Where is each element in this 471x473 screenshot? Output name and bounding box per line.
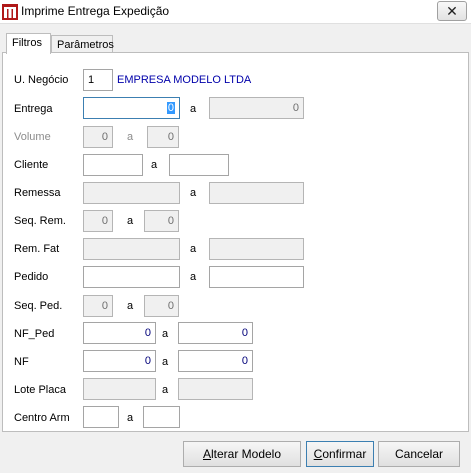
lote-placa-to-input[interactable] <box>178 378 253 400</box>
confirmar-mnemonic: C <box>313 447 323 461</box>
centro-arm-from-input[interactable] <box>83 406 119 428</box>
nf-separator: a <box>162 356 169 368</box>
lote-placa-separator: a <box>162 384 169 396</box>
remessa-label: Remessa <box>14 187 61 199</box>
remessa-to-input[interactable] <box>209 182 304 204</box>
cliente-from-input[interactable] <box>83 154 143 176</box>
alterar-modelo-button[interactable]: Alterar Modelo <box>183 441 301 467</box>
window-title: Imprime Entrega Expedição <box>21 4 170 18</box>
seq-ped-from-input[interactable]: 0 <box>83 295 113 317</box>
pedido-from-input[interactable] <box>83 266 180 288</box>
volume-separator: a <box>127 131 134 143</box>
nf-label: NF <box>14 356 29 368</box>
rem-fat-to-input[interactable] <box>209 238 304 260</box>
alterar-mnemonic: A <box>202 447 211 461</box>
confirmar-button[interactable]: Confirmar <box>306 441 374 467</box>
seq-ped-separator: a <box>127 300 134 312</box>
nf-ped-from-input[interactable]: 0 <box>83 322 156 344</box>
nf-ped-separator: a <box>162 328 169 340</box>
app-logo-icon <box>2 4 18 20</box>
volume-label: Volume <box>14 131 51 143</box>
centro-arm-label: Centro Arm <box>14 412 70 424</box>
nf-from-input[interactable]: 0 <box>83 350 156 372</box>
centro-arm-to-input[interactable] <box>143 406 180 428</box>
lote-placa-from-input[interactable] <box>83 378 156 400</box>
title-bar: Imprime Entrega Expedição ✕ <box>0 0 471 24</box>
cancelar-button[interactable]: Cancelar <box>378 441 460 467</box>
alterar-label: lterar Modelo <box>210 447 282 461</box>
centro-arm-separator: a <box>127 412 134 424</box>
seq-ped-label: Seq. Ped. <box>14 300 63 312</box>
cliente-separator: a <box>151 159 158 171</box>
volume-to-input[interactable]: 0 <box>147 126 179 148</box>
cancelar-label: Cancelar <box>394 447 444 461</box>
entrega-to-input[interactable]: 0 <box>209 97 304 119</box>
seq-rem-label: Seq. Rem. <box>14 215 66 227</box>
entrega-from-value: 0 <box>166 102 175 114</box>
close-button[interactable]: ✕ <box>437 1 467 21</box>
pedido-separator: a <box>190 271 197 283</box>
company-name: EMPRESA MODELO LTDA <box>117 74 252 86</box>
business-unit-label: U. Negócio <box>14 74 69 86</box>
seq-ped-to-input[interactable]: 0 <box>144 295 179 317</box>
rem-fat-separator: a <box>190 243 197 255</box>
pedido-label: Pedido <box>14 271 49 283</box>
seq-rem-separator: a <box>127 215 134 227</box>
seq-rem-from-input[interactable]: 0 <box>83 210 113 232</box>
nf-to-input[interactable]: 0 <box>178 350 253 372</box>
nf-ped-to-input[interactable]: 0 <box>178 322 253 344</box>
tab-label: Filtros <box>12 37 42 49</box>
close-icon: ✕ <box>446 2 458 19</box>
rem-fat-from-input[interactable] <box>83 238 180 260</box>
nf-ped-label: NF_Ped <box>14 328 55 340</box>
entrega-from-input[interactable]: 0 <box>83 97 180 119</box>
business-unit-input[interactable]: 1 <box>83 69 113 91</box>
volume-from-input[interactable]: 0 <box>83 126 113 148</box>
cliente-label: Cliente <box>14 159 49 171</box>
rem-fat-label: Rem. Fat <box>14 243 60 255</box>
seq-rem-to-input[interactable]: 0 <box>144 210 179 232</box>
tab-label: Parâmetros <box>57 39 114 51</box>
cliente-to-input[interactable] <box>169 154 229 176</box>
pedido-to-input[interactable] <box>209 266 304 288</box>
entrega-separator: a <box>190 103 197 115</box>
entrega-label: Entrega <box>14 103 53 115</box>
lote-placa-label: Lote Placa <box>14 384 66 396</box>
tab-filtros[interactable]: Filtros <box>6 33 51 54</box>
confirmar-label: onfirmar <box>322 447 367 461</box>
remessa-from-input[interactable] <box>83 182 180 204</box>
remessa-separator: a <box>190 187 197 199</box>
